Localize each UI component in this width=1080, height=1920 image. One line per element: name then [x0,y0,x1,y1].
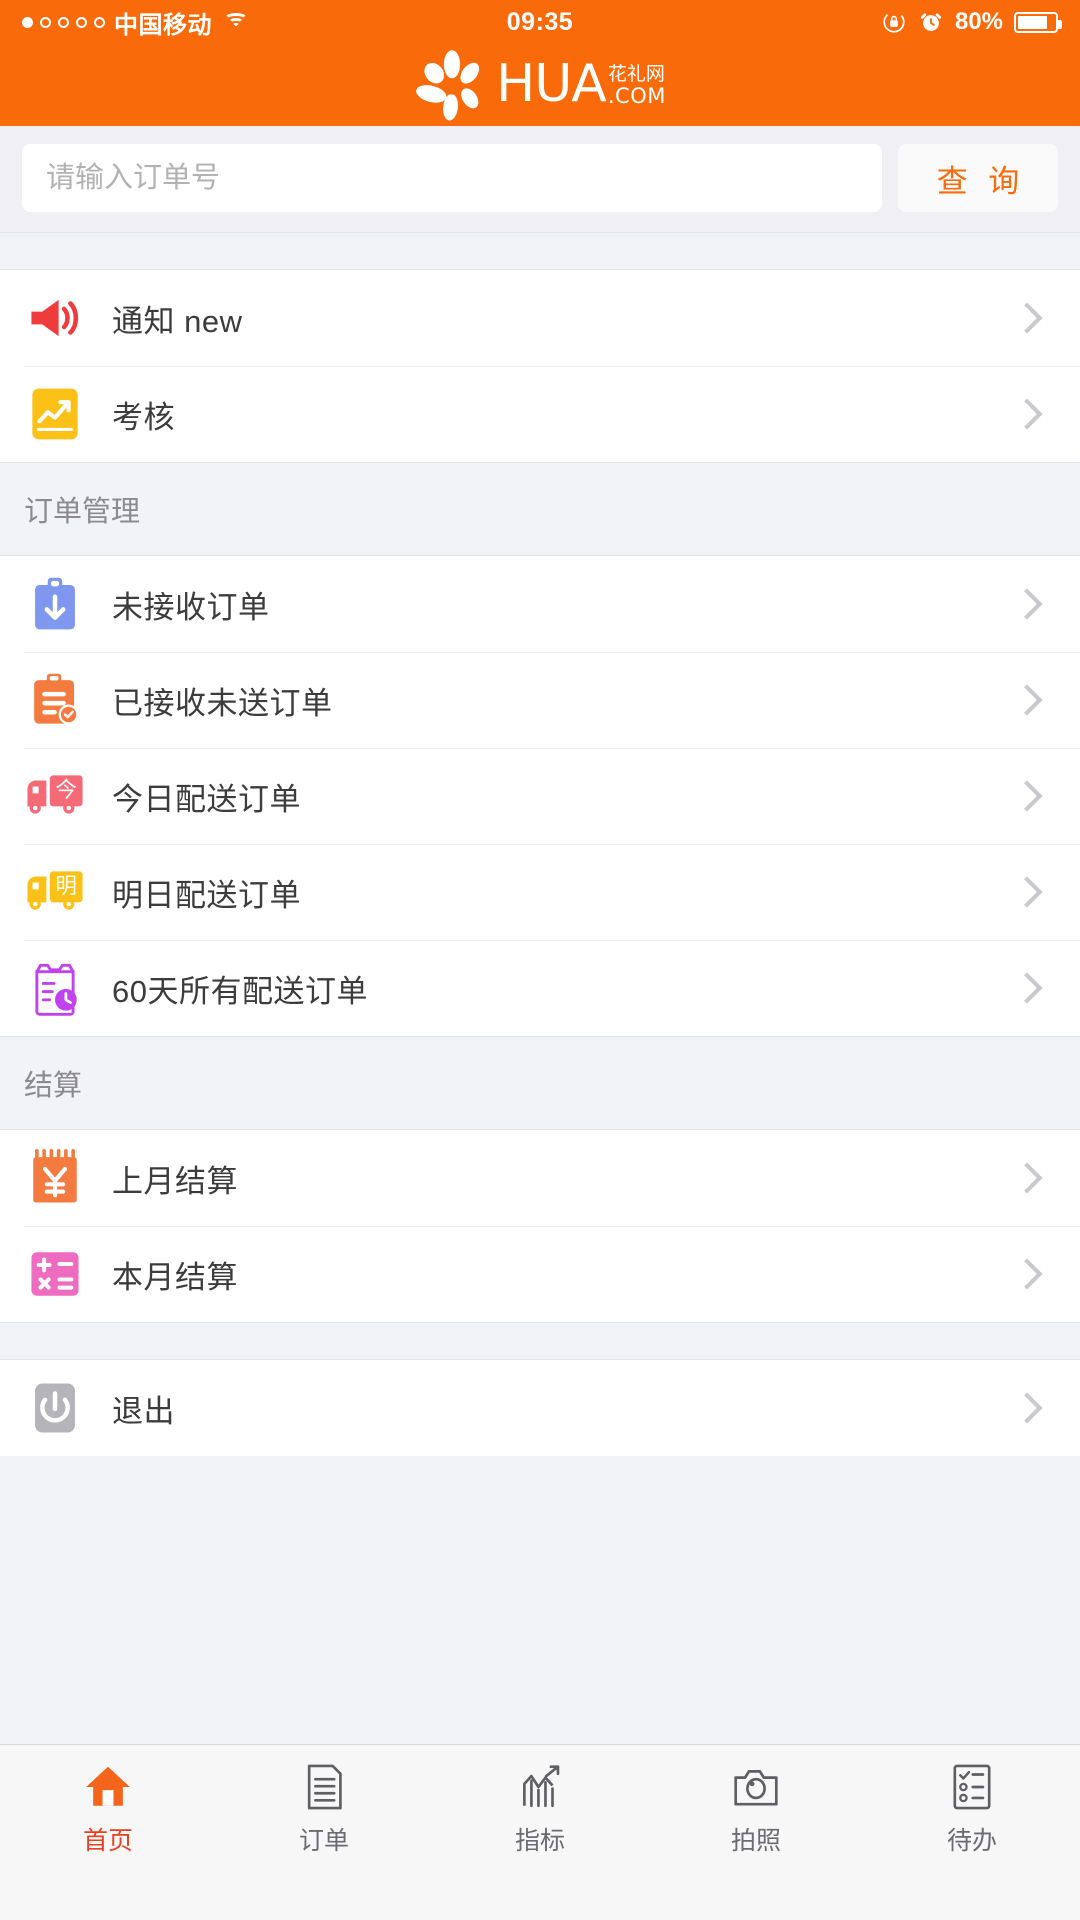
tab-指标[interactable]: 指标 [432,1759,648,1857]
tab-订单[interactable]: 订单 [216,1759,432,1857]
tab-label: 指标 [514,1827,565,1855]
calculator-icon [24,1243,86,1305]
chevron-right-icon [1011,684,1043,716]
chevron-right-icon [1011,780,1043,812]
section-spacer [0,1322,1080,1360]
tab-待办[interactable]: 待办 [864,1759,1080,1857]
chevron-right-icon [1011,398,1043,430]
alarm-clock-icon [920,13,942,31]
menu-row-label: 考核 [112,399,175,435]
brand-suffix: 花礼网 .COM [607,62,666,108]
home-icon [80,1759,136,1815]
tab-label: 订单 [298,1827,349,1855]
carrier-label: 中国移动 [114,11,212,39]
truck-today-icon [24,765,86,827]
app-screen: 中国移动 09:35 80% HUA 花礼网 .COM 请输入订单号 查 询 通… [0,0,1080,1920]
tab-首页[interactable]: 首页 [0,1759,216,1857]
status-bar-right: 80% [881,8,1062,36]
clipboard-clock-icon [24,957,86,1019]
trending-chart-icon [24,383,86,445]
camera-icon [728,1759,784,1815]
menu-row[interactable]: 退出 [0,1360,1080,1456]
megaphone-icon [24,287,86,349]
menu-row[interactable]: 今日配送订单 [0,748,1080,844]
menu-row-label: 退出 [112,1393,175,1429]
tab-label: 首页 [82,1827,133,1855]
menu-row-label: 今日配送订单 [112,781,301,817]
signal-strength-icon [22,16,105,28]
menu-row[interactable]: 明日配送订单 [0,844,1080,940]
brand-name: HUA [496,54,607,115]
rotation-lock-icon [883,11,905,33]
menu-row[interactable]: 已接收未送订单 [0,652,1080,748]
menu-row[interactable]: 本月结算 [0,1226,1080,1322]
checklist-icon [944,1759,1000,1815]
search-button[interactable]: 查 询 [898,144,1058,212]
brand-tld: .COM [607,83,666,108]
section-header: 结算 [0,1036,1080,1130]
clipboard-download-icon [24,573,86,635]
order-number-input[interactable] [22,144,882,212]
tab-拍照[interactable]: 拍照 [648,1759,864,1857]
menu-row[interactable]: 60天所有配送订单 [0,940,1080,1036]
tab-label: 拍照 [730,1827,781,1855]
search-bar: 查 询 [0,126,1080,232]
status-bar: 中国移动 09:35 80% [0,0,1080,44]
power-icon [24,1377,86,1439]
chevron-right-icon [1011,1162,1043,1194]
clipboard-check-icon [24,669,86,731]
battery-percent-label: 80% [954,8,1003,35]
menu-group: 上月结算 本月结算 [0,1130,1080,1322]
app-header: HUA 花礼网 .COM [0,44,1080,126]
menu-row-label: 未接收订单 [112,589,270,625]
menu-group: 通知 new 考核 [0,270,1080,462]
section-header: 订单管理 [0,462,1080,556]
wifi-icon [223,12,249,32]
truck-tomorrow-icon [24,861,86,923]
status-bar-left: 中国移动 [22,5,249,40]
brand-wordmark: HUA 花礼网 .COM [496,54,666,115]
brand-name-cn: 花礼网 [607,62,665,85]
battery-icon [1014,11,1062,33]
menu-row-label: 上月结算 [112,1163,238,1199]
menu-row[interactable]: 考核 [0,366,1080,462]
chevron-right-icon [1011,972,1043,1004]
chevron-right-icon [1011,1258,1043,1290]
menu-group: 退出 [0,1360,1080,1456]
menu-row-label: 通知 new [112,303,243,339]
menu-list: 通知 new 考核订单管理未接收订单已接收未送订单 今日配送订单 明日配送订单 60天所… [0,232,1080,1456]
tab-label: 待办 [946,1827,997,1855]
menu-row-label: 明日配送订单 [112,877,301,913]
chevron-right-icon [1011,588,1043,620]
yuan-calendar-icon [24,1147,86,1209]
menu-row-label: 60天所有配送订单 [112,973,368,1009]
menu-row-label: 已接收未送订单 [112,685,333,721]
menu-row[interactable]: 未接收订单 [0,556,1080,652]
menu-row[interactable]: 上月结算 [0,1130,1080,1226]
chevron-right-icon [1011,1392,1043,1424]
menu-row[interactable]: 通知 new [0,270,1080,366]
chevron-right-icon [1011,302,1043,334]
menu-group: 未接收订单已接收未送订单 今日配送订单 明日配送订单 60天所有配送订单 [0,556,1080,1036]
menu-row-label: 本月结算 [112,1259,238,1295]
flower-logo-icon [416,50,480,121]
bottom-tab-bar: 首页 订单 指标 拍照 待办 [0,1744,1080,1920]
section-spacer [0,232,1080,270]
document-icon [296,1759,352,1815]
bar-chart-icon [512,1759,568,1815]
chevron-right-icon [1011,876,1043,908]
brand-logo: HUA 花礼网 .COM [414,48,666,122]
